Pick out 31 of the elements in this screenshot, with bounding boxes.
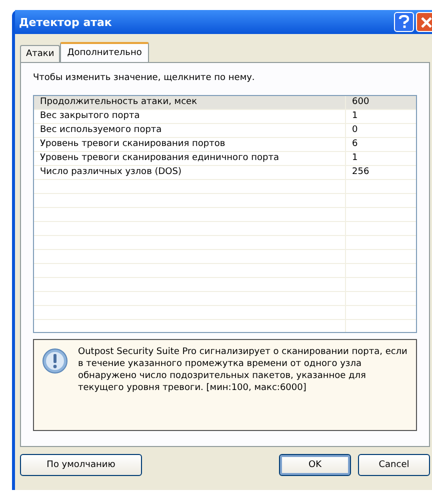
ok-button[interactable]: OK bbox=[279, 454, 351, 476]
default-button[interactable]: По умолчанию bbox=[20, 454, 142, 476]
info-icon bbox=[42, 348, 68, 374]
window-title: Детектор атак bbox=[19, 16, 112, 28]
setting-value: 1 bbox=[351, 152, 359, 165]
table-row[interactable]: Число различных узлов (DOS) 256 bbox=[34, 166, 416, 180]
instruction-text: Чтобы изменить значение, щелкните по нему. bbox=[33, 73, 256, 83]
setting-value: 6 bbox=[351, 138, 359, 151]
table-row[interactable]: Вес закрытого порта 1 bbox=[34, 110, 416, 124]
help-icon bbox=[398, 15, 410, 29]
info-text: Outpost Security Suite Pro сигнализирует о сканировании порта, если в течение указанного промежутка времени от одного узла обнаружено число подозрительных пакетов, указанное для текущего уровня тревоги. [мин:100, макс:6000] bbox=[78, 346, 408, 394]
setting-name: Уровень тревоги сканирования единичного порта bbox=[34, 152, 346, 165]
setting-value: 256 bbox=[351, 166, 370, 179]
help-button[interactable] bbox=[394, 12, 414, 32]
setting-value: 600 bbox=[351, 96, 370, 109]
setting-name: Число различных узлов (DOS) bbox=[34, 166, 346, 179]
setting-name: Уровень тревоги сканирования портов bbox=[34, 138, 346, 151]
setting-name: Вес используемого порта bbox=[34, 124, 346, 137]
table-row[interactable]: Вес используемого порта 0 bbox=[34, 124, 416, 138]
setting-name: Вес закрытого порта bbox=[34, 110, 346, 123]
tab[interactable]: Атаки bbox=[20, 45, 60, 62]
cancel-button[interactable]: Cancel bbox=[358, 454, 430, 476]
close-button[interactable] bbox=[416, 12, 432, 32]
setting-value: 0 bbox=[351, 124, 359, 137]
table-row[interactable]: Уровень тревоги сканирования портов 6 bbox=[34, 138, 416, 152]
setting-value: 1 bbox=[351, 110, 359, 123]
close-icon bbox=[420, 16, 432, 28]
table-row[interactable]: Продолжительность атаки, мсек 600 bbox=[34, 96, 416, 110]
table-row[interactable]: Уровень тревоги сканирования единичного порта 1 bbox=[34, 152, 416, 166]
tab[interactable]: Дополнительно bbox=[60, 42, 149, 62]
setting-name: Продолжительность атаки, мсек bbox=[34, 96, 346, 109]
